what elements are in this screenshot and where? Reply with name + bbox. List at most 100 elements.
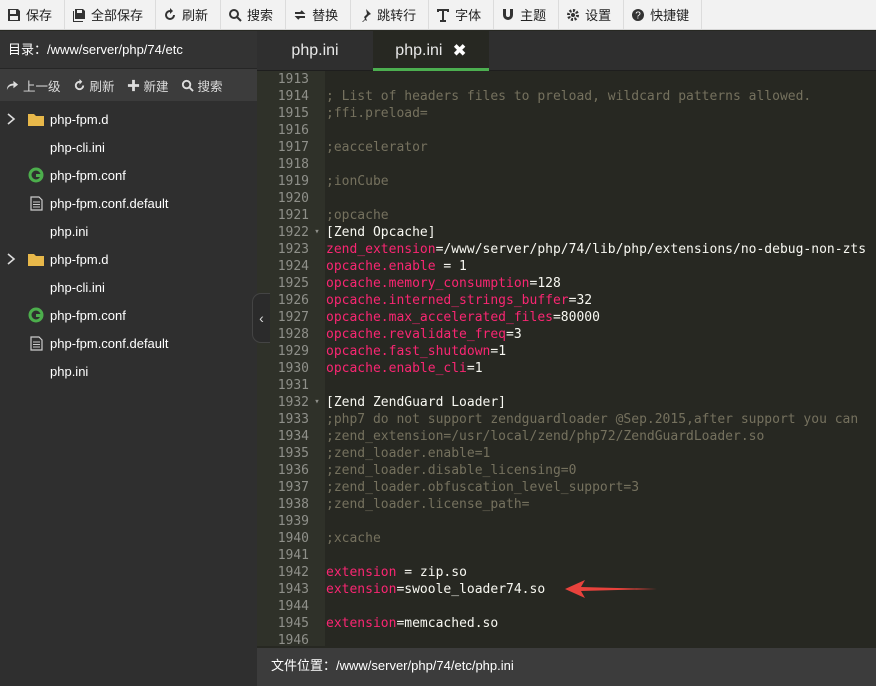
line-number: 1933 (277, 412, 309, 427)
code-line: 1926 opcache.interned_strings_buffer=32 (257, 292, 876, 309)
toolbar-button-save[interactable]: 保存 (0, 0, 66, 29)
fold-toggle-icon[interactable] (311, 479, 323, 496)
fold-toggle-icon[interactable] (311, 207, 323, 224)
code-area[interactable]: 1913 1914 ; List of headers files to prelo… (257, 71, 876, 646)
file-location-status: 文件位置：/www/server/php/74/etc/php.ini (257, 648, 876, 686)
toolbar-button-search[interactable]: 搜索 (221, 0, 287, 29)
sidebar-action-3[interactable]: 搜索 (181, 76, 223, 95)
collapse-sidebar-button[interactable]: ‹ (252, 293, 270, 343)
fold-toggle-icon[interactable] (311, 513, 323, 530)
fold-toggle-icon[interactable] (311, 445, 323, 462)
save-all-icon (71, 7, 87, 23)
code-token: opcache.fast_shutdown (326, 344, 491, 359)
code-token: = 1 (435, 259, 467, 274)
fold-toggle-icon[interactable] (311, 241, 323, 258)
toolbar-button-gear[interactable]: 设置 (559, 0, 625, 29)
fold-toggle-icon[interactable] (311, 122, 323, 139)
file-name: php-fpm.conf (50, 167, 126, 183)
code-line: 1919 ;ionCube (257, 173, 876, 190)
code-line: 1916 (257, 122, 876, 139)
toolbar-button-replace[interactable]: 替换 (286, 0, 352, 29)
toolbar-button-help[interactable]: ? 快捷键 (624, 0, 703, 29)
fold-toggle-icon[interactable] (311, 377, 323, 394)
fold-toggle-icon[interactable] (311, 156, 323, 173)
code-line: 1937 ;zend_loader.obfuscation_level_suppo… (257, 479, 876, 496)
toolbar-button-font[interactable]: 字体 (429, 0, 495, 29)
file-item[interactable]: php-fpm.conf.default (0, 189, 257, 217)
fold-toggle-icon[interactable]: ▾ (311, 394, 323, 411)
toolbar-button-magnet[interactable]: 主题 (494, 0, 560, 29)
fold-toggle-icon[interactable] (311, 547, 323, 564)
code-line: 1918 (257, 156, 876, 173)
fold-toggle-icon[interactable] (311, 564, 323, 581)
fold-toggle-icon[interactable] (311, 275, 323, 292)
file-item[interactable]: php-cli.ini (0, 273, 257, 301)
fold-toggle-icon[interactable]: ▾ (311, 224, 323, 241)
file-item[interactable]: php-fpm.d (0, 105, 257, 133)
file-item[interactable]: php.ini (0, 357, 257, 385)
fold-toggle-icon[interactable] (311, 632, 323, 646)
tab-label: php.ini (291, 41, 339, 59)
file-item[interactable]: php-fpm.conf.default (0, 329, 257, 357)
fold-toggle-icon[interactable] (311, 139, 323, 156)
line-number: 1940 (277, 531, 309, 546)
code-token: =1 (490, 344, 507, 359)
fold-toggle-icon[interactable] (311, 615, 323, 632)
fold-toggle-icon[interactable] (311, 581, 323, 598)
fold-toggle-icon[interactable] (311, 292, 323, 309)
line-number: 1945 (277, 616, 309, 631)
code-line: 1933 ;php7 do not support zendguardloader… (257, 411, 876, 428)
file-item[interactable]: php-fpm.d (0, 245, 257, 273)
editor-tab[interactable]: php.ini (257, 31, 373, 70)
close-tab-icon[interactable]: ✖ (452, 41, 466, 61)
line-number: 1921 (277, 208, 309, 223)
code-token: =128 (529, 276, 561, 291)
sidebar-actions: 上一级 刷新 新建 搜索 (0, 69, 257, 101)
fold-toggle-icon[interactable] (311, 343, 323, 360)
fold-toggle-icon[interactable] (311, 71, 323, 88)
fold-toggle-icon[interactable] (311, 105, 323, 122)
file-item[interactable]: php.ini (0, 217, 257, 245)
file-sidebar: 目录：/www/server/php/74/etc 上一级 刷新 新建 搜索 php-… (0, 31, 257, 686)
code-line: 1936 ;zend_loader.disable_licensing=0 (257, 462, 876, 479)
directory-path: 目录：/www/server/php/74/etc (0, 31, 257, 69)
toolbar-button-label: 字体 (455, 8, 482, 23)
toolbar-button-label: 主题 (520, 8, 547, 23)
save-icon (6, 7, 22, 23)
toolbar: 保存 全部保存 刷新 搜索 替换 跳转行 字体 主题 设置? 快捷键 (0, 0, 876, 30)
fold-toggle-icon[interactable] (311, 88, 323, 105)
fold-toggle-icon[interactable] (311, 598, 323, 615)
chevron-right-icon[interactable] (6, 113, 16, 125)
fold-toggle-icon[interactable] (311, 530, 323, 547)
fold-toggle-icon[interactable] (311, 462, 323, 479)
fold-toggle-icon[interactable] (311, 190, 323, 207)
search-icon (181, 79, 194, 92)
code-token: opcache.revalidate_freq (326, 327, 507, 342)
toolbar-button-save-all[interactable]: 全部保存 (65, 0, 157, 29)
chevron-right-icon[interactable] (6, 253, 16, 265)
code-token: extension (326, 616, 397, 631)
file-name: php.ini (50, 363, 89, 379)
file-item[interactable]: php-cli.ini (0, 133, 257, 161)
fold-toggle-icon[interactable] (311, 258, 323, 275)
toolbar-button-refresh[interactable]: 刷新 (156, 0, 222, 29)
sidebar-action-0[interactable]: 上一级 (6, 76, 61, 95)
editor-tab[interactable]: php.ini ✖ (373, 31, 489, 71)
search-icon (227, 7, 243, 23)
fold-toggle-icon[interactable] (311, 173, 323, 190)
tab-label: php.ini (395, 41, 443, 59)
sidebar-action-1[interactable]: 刷新 (73, 76, 115, 95)
file-item[interactable]: php-fpm.conf (0, 301, 257, 329)
file-item[interactable]: php-fpm.conf (0, 161, 257, 189)
fold-toggle-icon[interactable] (311, 309, 323, 326)
toolbar-button-pin[interactable]: 跳转行 (351, 0, 430, 29)
document-icon (29, 195, 43, 211)
fold-toggle-icon[interactable] (311, 326, 323, 343)
fold-toggle-icon[interactable] (311, 360, 323, 377)
fold-toggle-icon[interactable] (311, 496, 323, 513)
fold-toggle-icon[interactable] (311, 428, 323, 445)
code-token: extension (326, 565, 397, 580)
code-token: =32 (568, 293, 593, 308)
fold-toggle-icon[interactable] (311, 411, 323, 428)
sidebar-action-2[interactable]: 新建 (127, 76, 169, 95)
